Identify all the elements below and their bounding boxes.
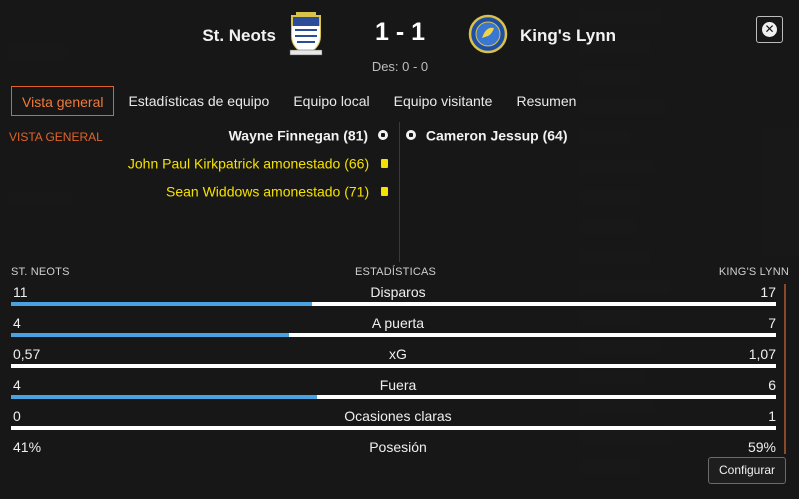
stat-comparison-bar [11, 395, 776, 399]
home-event-goal: Wayne Finnegan (81) [229, 126, 388, 143]
stat-home-fill [11, 395, 317, 399]
stat-home-fill [11, 302, 312, 306]
home-card-text: John Paul Kirkpatrick amonestado (66) [127, 155, 370, 172]
home-event-card: Sean Widdows amonestado (71) [166, 182, 388, 199]
stat-row: 11 Disparos 17 [11, 283, 785, 314]
stat-comparison-bar [11, 364, 776, 368]
away-team-crest-icon [468, 14, 508, 54]
home-team-name[interactable]: St. Neots [202, 26, 276, 46]
stat-row: 0 Ocasiones claras 1 [11, 407, 785, 438]
yellow-card-icon [381, 158, 388, 168]
tab-home-team[interactable]: Equipo local [283, 86, 379, 116]
close-button[interactable]: ✕ [756, 16, 783, 43]
stat-comparison-bar [11, 426, 776, 430]
away-goal-text: Cameron Jessup (64) [425, 127, 568, 144]
overview-section-label: VISTA GENERAL [9, 130, 103, 144]
stat-away-value: 59% [747, 439, 776, 455]
stat-comparison-bar [11, 333, 776, 337]
halftime-score: Des: 0 - 0 [371, 59, 429, 74]
stat-row: 0,57 xG 1,07 [11, 345, 785, 376]
stat-away-value: 6 [768, 377, 776, 393]
stat-label: xG [389, 346, 407, 362]
tab-team-stats[interactable]: Estadísticas de equipo [118, 86, 279, 116]
match-score: 1 - 1 [374, 18, 426, 46]
stats-center-header: ESTADÍSTICAS [355, 266, 437, 278]
home-team-crest-icon [289, 12, 323, 56]
home-event-card: John Paul Kirkpatrick amonestado (66) [128, 154, 388, 171]
tab-away-team[interactable]: Equipo visitante [384, 86, 503, 116]
stat-row: 4 Fuera 6 [11, 376, 785, 407]
stat-label: Fuera [379, 377, 417, 393]
stat-label: Posesión [369, 439, 427, 455]
goal-ball-icon [378, 130, 388, 141]
stat-away-value: 7 [768, 315, 776, 331]
stat-away-value: 1 [768, 408, 776, 424]
stat-label: A puerta [371, 315, 425, 331]
away-event-goal: Cameron Jessup (64) [406, 126, 568, 143]
configure-button[interactable]: Configurar [708, 457, 786, 484]
goal-ball-icon [406, 130, 416, 141]
match-summary-panel: St. Neots 1 - 1 King's Lynn Des: 0 - 0 ✕… [0, 0, 799, 499]
close-icon: ✕ [762, 22, 777, 37]
stats-away-header: KING'S LYNN [718, 266, 789, 278]
home-card-text: Sean Widdows amonestado (71) [166, 183, 370, 200]
scrollbar[interactable] [784, 284, 786, 454]
stat-label: Ocasiones claras [344, 408, 452, 424]
stat-row: 41% Posesión 59% [11, 438, 785, 469]
stat-home-fill [11, 333, 290, 337]
tab-bar: Vista general Estadísticas de equipo Equ… [11, 86, 590, 116]
events-divider [399, 122, 400, 262]
stats-home-header: ST. NEOTS [11, 266, 70, 278]
stat-away-value: 17 [760, 284, 776, 300]
tab-summary[interactable]: Resumen [506, 86, 586, 116]
yellow-card-icon [381, 186, 388, 196]
tab-overview[interactable]: Vista general [11, 86, 115, 116]
home-goal-text: Wayne Finnegan (81) [228, 127, 369, 144]
stat-away-value: 1,07 [748, 346, 776, 362]
stat-row: 4A puerta 7 [11, 314, 785, 345]
stat-label: Disparos [370, 284, 426, 300]
away-team-name[interactable]: King's Lynn [520, 26, 616, 46]
stat-comparison-bar [11, 302, 776, 306]
